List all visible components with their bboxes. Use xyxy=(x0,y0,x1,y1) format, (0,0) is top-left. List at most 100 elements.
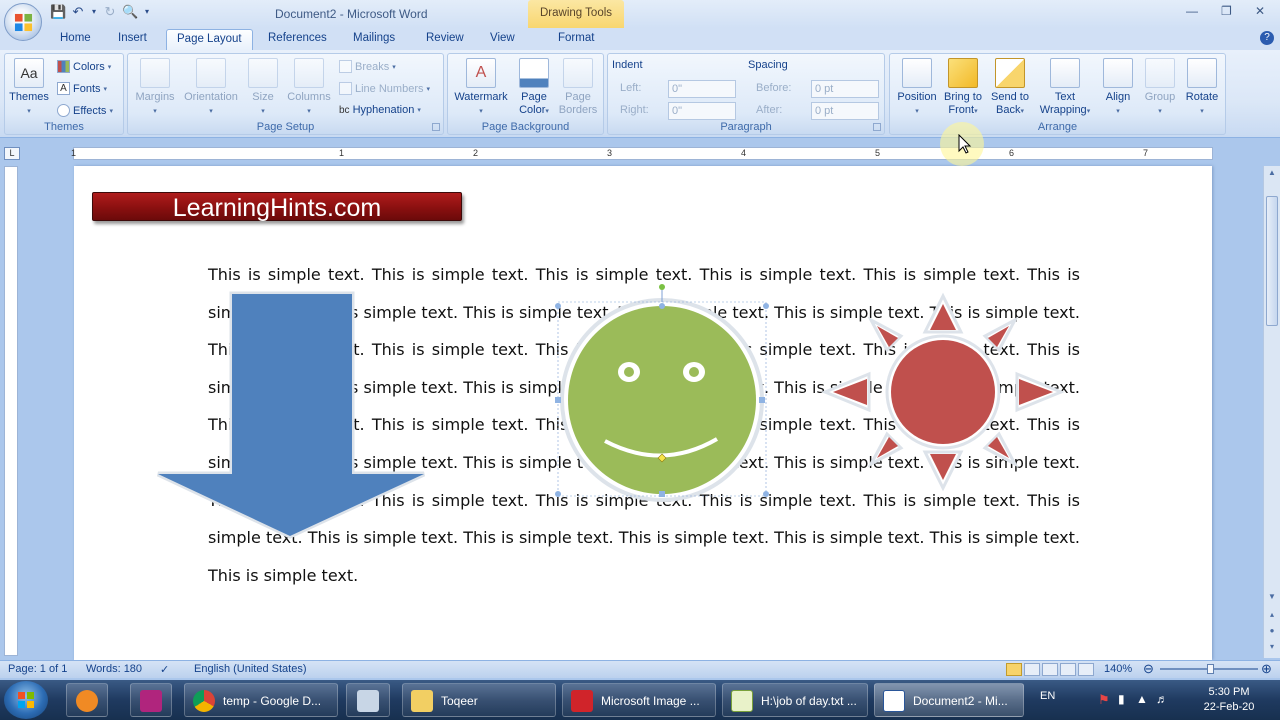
hyphenation-icon: bc xyxy=(339,104,350,116)
indent-title: Indent xyxy=(612,59,643,71)
language-status[interactable]: English (United States) xyxy=(194,663,307,675)
web-layout-view-icon[interactable] xyxy=(1042,663,1058,676)
page-count[interactable]: Page: 1 of 1 xyxy=(8,663,67,675)
undo-dropdown-icon[interactable]: ▾ xyxy=(90,4,98,20)
indent-left-input[interactable]: 0" xyxy=(668,80,736,98)
group-button[interactable]: Group ▾ xyxy=(1142,58,1178,118)
cursor-arrow-icon xyxy=(958,134,972,154)
tab-selector[interactable]: L xyxy=(4,147,20,160)
breaks-button[interactable]: Breaks ▾ xyxy=(339,60,396,73)
horizontal-ruler[interactable]: 1 1 2 3 4 5 6 7 xyxy=(71,147,1213,160)
tab-references[interactable]: References xyxy=(268,32,327,44)
tab-format[interactable]: Format xyxy=(558,32,594,44)
scroll-down-button[interactable]: ▼ xyxy=(1266,592,1278,604)
orientation-button[interactable]: Orientation ▾ xyxy=(181,58,241,118)
save-icon[interactable]: 💾 xyxy=(50,4,66,20)
tab-mailings[interactable]: Mailings xyxy=(353,32,395,44)
tab-page-layout[interactable]: Page Layout xyxy=(166,29,253,51)
redo-icon[interactable]: ↻ xyxy=(102,4,118,20)
columns-button[interactable]: Columns ▾ xyxy=(285,58,333,118)
rotate-icon xyxy=(1187,58,1217,88)
close-button[interactable]: ✕ xyxy=(1255,4,1265,18)
maximize-button[interactable]: ❐ xyxy=(1221,4,1232,18)
vertical-scrollbar[interactable]: ▲ ▼ ▴ ● ▾ xyxy=(1263,166,1280,658)
document-page[interactable]: LearningHints.com This is simple text. T… xyxy=(74,166,1212,660)
sun-shape[interactable] xyxy=(821,292,1065,492)
rotate-button[interactable]: Rotate ▾ xyxy=(1182,58,1222,118)
zoom-in-button[interactable]: ⊕ xyxy=(1261,661,1272,677)
line-numbers-button[interactable]: Line Numbers ▾ xyxy=(339,82,430,95)
undo-icon[interactable]: ↶ xyxy=(70,4,86,20)
page-setup-group: Margins ▾ Orientation ▾ Size ▾ Columns ▾ Bre… xyxy=(127,53,444,135)
taskbar-image-composer[interactable]: Microsoft Image ... xyxy=(562,683,716,717)
zoom-slider-knob[interactable] xyxy=(1207,664,1214,674)
input-language[interactable]: EN xyxy=(1040,690,1055,702)
flag-icon[interactable]: ⚑ xyxy=(1098,692,1110,708)
size-button[interactable]: Size ▾ xyxy=(248,58,278,118)
line-numbers-label: Line Numbers xyxy=(355,82,424,95)
margins-button[interactable]: Margins ▾ xyxy=(133,58,177,118)
full-screen-reading-view-icon[interactable] xyxy=(1024,663,1040,676)
print-layout-view-icon[interactable] xyxy=(1006,663,1022,676)
taskbar-notepad[interactable]: H:\job of day.txt ... xyxy=(722,683,868,717)
effects-icon xyxy=(57,104,70,117)
outline-view-icon[interactable] xyxy=(1060,663,1076,676)
send-to-back-label-line1: Send to xyxy=(991,91,1029,103)
page-setup-launcher[interactable] xyxy=(432,123,440,131)
previous-page-button[interactable]: ▴ xyxy=(1266,610,1278,622)
taskbar-calculator[interactable] xyxy=(346,683,390,717)
system-clock[interactable]: 5:30 PM 22-Feb-20 xyxy=(1195,685,1263,715)
tab-insert[interactable]: Insert xyxy=(118,32,147,44)
drawing-shapes xyxy=(156,284,1065,539)
page-borders-button[interactable]: Page Borders xyxy=(556,58,600,117)
effects-button[interactable]: Effects ▾ xyxy=(57,104,113,117)
volume-icon[interactable]: ♬ xyxy=(1156,692,1168,706)
tab-review[interactable]: Review xyxy=(426,32,464,44)
taskbar-word[interactable]: Document2 - Mi... xyxy=(874,683,1024,717)
taskbar-explorer[interactable]: Toqeer xyxy=(402,683,556,717)
customize-toolbar-icon[interactable]: ▾ xyxy=(142,4,152,20)
office-button[interactable] xyxy=(4,3,42,41)
indent-right-input[interactable]: 0" xyxy=(668,102,736,120)
zoom-level[interactable]: 140% xyxy=(1104,663,1132,675)
taskbar-chrome[interactable]: temp - Google D... xyxy=(184,683,338,717)
bring-to-front-button[interactable]: Bring to Front▾ xyxy=(942,58,984,118)
draft-view-icon[interactable] xyxy=(1078,663,1094,676)
select-browse-object-button[interactable]: ● xyxy=(1266,626,1278,638)
proofing-icon[interactable]: ✓ xyxy=(160,663,169,676)
scrollbar-thumb[interactable] xyxy=(1266,196,1278,326)
print-preview-icon[interactable]: 🔍 xyxy=(122,4,138,20)
scroll-up-button[interactable]: ▲ xyxy=(1266,168,1278,180)
fonts-button[interactable]: A Fonts ▾ xyxy=(57,82,107,95)
tab-view[interactable]: View xyxy=(490,32,515,44)
smiley-face-shape[interactable] xyxy=(555,284,769,502)
themes-group-label: Themes xyxy=(44,121,84,133)
colors-button[interactable]: Colors ▾ xyxy=(57,60,111,73)
themes-button[interactable]: Aa Themes ▾ xyxy=(9,58,49,118)
position-button[interactable]: Position ▾ xyxy=(894,58,940,118)
vertical-ruler[interactable] xyxy=(4,166,18,656)
indent-right-label: Right: xyxy=(620,104,649,116)
paragraph-launcher[interactable] xyxy=(873,123,881,131)
next-page-button[interactable]: ▾ xyxy=(1266,642,1278,654)
zoom-out-button[interactable]: ⊖ xyxy=(1143,661,1154,677)
network-icon[interactable]: ▲ xyxy=(1136,692,1148,706)
minimize-button[interactable]: — xyxy=(1186,4,1198,18)
spacing-after-input[interactable]: 0 pt xyxy=(811,102,879,120)
down-arrow-shape[interactable] xyxy=(156,291,426,539)
battery-icon[interactable]: ▮ xyxy=(1118,692,1125,706)
help-icon[interactable]: ? xyxy=(1260,31,1274,45)
hyphenation-button[interactable]: bc Hyphenation ▾ xyxy=(339,104,421,116)
send-to-back-button[interactable]: Send to Back▾ xyxy=(988,58,1032,118)
taskbar-media-player[interactable] xyxy=(66,683,108,717)
text-wrapping-button[interactable]: Text Wrapping▾ xyxy=(1036,58,1094,118)
page-color-button[interactable]: Page Color▾ xyxy=(514,58,554,118)
align-button[interactable]: Align ▾ xyxy=(1100,58,1136,118)
watermark-button[interactable]: A Watermark ▾ xyxy=(452,58,510,118)
start-button[interactable] xyxy=(4,681,48,719)
spacing-before-input[interactable]: 0 pt xyxy=(811,80,879,98)
word-count[interactable]: Words: 180 xyxy=(86,663,142,675)
tab-home[interactable]: Home xyxy=(60,32,91,44)
columns-icon xyxy=(294,58,324,88)
taskbar-screen-recorder[interactable] xyxy=(130,683,172,717)
